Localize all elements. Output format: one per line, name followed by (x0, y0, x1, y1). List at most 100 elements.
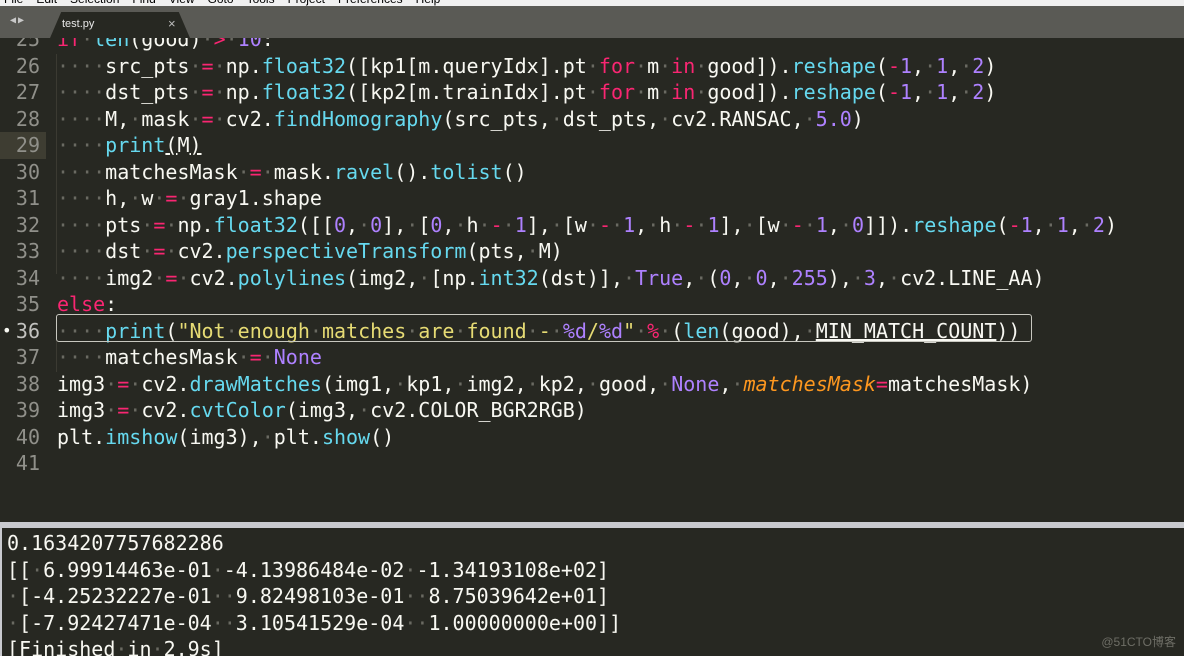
code-token: · (358, 398, 371, 422)
code-token: reshape (791, 80, 876, 104)
code-token: , (635, 212, 648, 237)
code-token: good, (598, 371, 660, 396)
code-token: · (225, 38, 238, 51)
code-token: 3 (863, 265, 876, 290)
line-number: 38 (15, 371, 40, 396)
code-token: 1 (707, 212, 720, 237)
code-token: kp1, (406, 371, 455, 396)
code-token: · (105, 398, 118, 422)
line-number: 31 (15, 186, 40, 210)
code-token: · (635, 80, 648, 104)
tab-title: test.py (62, 18, 95, 30)
code-token: · (358, 212, 371, 237)
output-panel: 0.1634207757682286 [[·6.99914463e-01·-4.1… (0, 528, 1184, 656)
code-text: ····dst·=·cv2.perspectiveTransform(pts,·… (57, 238, 563, 265)
code-token: ]]). (864, 212, 913, 237)
code-token: , (442, 212, 455, 237)
code-token: · (177, 265, 190, 290)
code-token: · (153, 265, 166, 290)
code-token: ···· (57, 106, 106, 131)
code-token: , (719, 371, 732, 396)
code-token: , (948, 53, 961, 78)
code-token: · (201, 38, 214, 51)
code-token: · (647, 212, 660, 237)
code-token: () (370, 424, 395, 449)
code-token: 1 (936, 53, 949, 78)
code-token: ([[ (297, 212, 334, 237)
code-token: - (887, 53, 900, 78)
code-token: · (659, 80, 672, 104)
close-icon[interactable]: × (168, 16, 176, 31)
code-token: · (454, 212, 467, 237)
code-editor[interactable]: 25 if·len(good)·>·10: 26 ····src_pts·=·np.f… (0, 38, 1184, 522)
code-token: float32 (261, 53, 347, 78)
code-token: · (261, 159, 274, 184)
code-token: 2 (972, 53, 985, 78)
code-token: [ (418, 212, 431, 237)
code-token: 10 (237, 38, 262, 51)
code-token: = (117, 398, 130, 422)
code-token: > (213, 38, 226, 51)
code-text: if·len(good)·>·10: (57, 38, 274, 53)
code-token: (img2, (346, 265, 419, 290)
code-token: · (960, 80, 973, 104)
code-token: 1 (623, 212, 636, 237)
code-token: plt. (57, 424, 106, 449)
line-number: 36 (15, 318, 40, 343)
code-token: · (406, 212, 419, 237)
code-token: else (57, 292, 106, 316)
code-text: img3·=·cv2.cvtColor(img3,·cv2.COLOR_BGR2… (57, 397, 587, 424)
code-token: · (165, 239, 178, 263)
code-token: · (418, 265, 431, 290)
code-token: · (695, 212, 708, 237)
code-token: = (201, 106, 214, 131)
code-token: ···· (57, 186, 106, 210)
code-token: pts (105, 212, 142, 237)
code-token: · (502, 212, 515, 237)
code-token: show (321, 424, 371, 449)
code-token: (img3, (285, 398, 359, 422)
code-text: img3·=·cv2.drawMatches(img1,·kp1,·img2,·… (57, 371, 1032, 398)
chevron-left-icon[interactable]: ◀ (10, 15, 18, 26)
code-token: float32 (213, 212, 298, 237)
line-number: 33 (15, 239, 40, 263)
code-token: · (213, 53, 226, 78)
code-token: ], (526, 212, 551, 237)
code-token: · (129, 371, 142, 396)
code-token: ) (984, 80, 997, 104)
code-token: , (875, 265, 889, 290)
code-token: 1 (1020, 212, 1033, 237)
code-token: · (261, 345, 274, 369)
code-token: · (213, 80, 226, 104)
code-token: ), (827, 265, 852, 290)
code-token: img3 (57, 398, 106, 422)
line-number: 37 (15, 345, 40, 369)
code-token: = (153, 212, 166, 237)
code-token: in (671, 53, 696, 78)
tab-test-py[interactable]: test.py × (50, 12, 190, 38)
code-token: 1 (936, 80, 949, 104)
code-token: · (586, 371, 599, 396)
code-token: · (189, 106, 202, 131)
code-token: ···· (57, 265, 106, 290)
code-token: · (261, 424, 274, 449)
code-token: img3 (57, 371, 106, 396)
code-token: dst (105, 239, 142, 263)
code-text: ····img2·=·cv2.polylines(img2,·[np.int32… (57, 265, 1045, 292)
chevron-right-icon[interactable]: ▶ (18, 15, 26, 26)
code-token: · (851, 265, 864, 290)
code-token: · (141, 212, 154, 237)
code-token: reshape (791, 53, 876, 78)
code-token: ( (875, 53, 888, 78)
code-token: tolist (430, 159, 503, 184)
code-token: kp2, (538, 371, 587, 396)
code-token: ( (875, 80, 888, 104)
code-token: ) (851, 106, 864, 131)
code-token: 0 (430, 212, 443, 237)
code-token: cv2.COLOR_BGR2RGB) (370, 398, 587, 422)
code-token: · (695, 265, 708, 290)
code-token: 5.0 (815, 106, 852, 131)
output-line: [Finished·in·2.9s] (7, 637, 224, 656)
tab-nav-arrows[interactable]: ◀▶ (10, 15, 26, 26)
code-token: imshow (105, 424, 178, 449)
